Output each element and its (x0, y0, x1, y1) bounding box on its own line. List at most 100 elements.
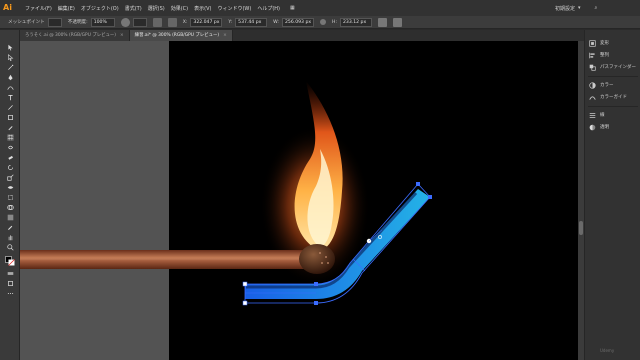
matchstick (20, 250, 310, 269)
panel-label: カラーガイド (600, 95, 627, 100)
magic-wand-tool-icon[interactable] (7, 64, 14, 71)
panel-divider (588, 76, 638, 77)
free-transform-tool-icon[interactable] (7, 194, 14, 201)
curvature-tool-icon[interactable] (7, 84, 14, 91)
isolate-icon[interactable] (393, 17, 402, 27)
search-icon[interactable]: ⌕ (595, 5, 598, 11)
zoom-tool-icon[interactable] (7, 244, 14, 251)
more-tools-icon[interactable] (7, 290, 14, 297)
opacity-field[interactable]: 100% (90, 17, 115, 27)
rotate-tool-icon[interactable] (7, 164, 14, 171)
panel-label: パスファインダー (600, 65, 636, 70)
panel-stroke[interactable]: 線 (589, 110, 605, 120)
app-logo: Ai (3, 3, 12, 12)
match-head (299, 244, 335, 274)
menu-type[interactable]: 書式(T) (125, 5, 142, 12)
draw-mode-icon[interactable] (7, 280, 14, 287)
selection-tool-icon[interactable] (7, 44, 14, 51)
document-tabs: ろうそく.ai @ 300% (RGB/GPU プレビュー) × 練習.ai* … (20, 30, 584, 41)
panel-color-guide[interactable]: カラーガイド (589, 92, 627, 102)
panel-align[interactable]: 整列 (589, 50, 609, 60)
close-icon[interactable]: × (120, 30, 124, 41)
menu-window[interactable]: ウィンドウ(W) (217, 5, 251, 12)
scrollbar-thumb[interactable] (579, 221, 583, 235)
line-tool-icon[interactable] (7, 104, 14, 111)
menu-file[interactable]: ファイル(F) (25, 5, 52, 12)
tab-label: ろうそく.ai @ 300% (RGB/GPU プレビュー) (25, 33, 116, 38)
artwork-scene[interactable] (20, 41, 584, 360)
close-icon[interactable]: × (223, 30, 227, 41)
pathfinder-icon (589, 64, 596, 71)
tab-label: 練習.ai* @ 300% (RGB/GPU プレビュー) (134, 33, 220, 38)
panel-label: カラー (600, 83, 614, 88)
hand-tool-icon[interactable] (7, 234, 14, 241)
y-field[interactable]: 537.44 px (235, 17, 268, 27)
color-guide-icon (589, 94, 596, 101)
pen-tool-icon[interactable] (7, 74, 14, 81)
rectangle-tool-icon[interactable] (7, 114, 14, 121)
transparency-icon (589, 124, 596, 131)
menu-bar: Ai ファイル(F) 編集(E) オブジェクト(O) 書式(T) 選択(S) 効… (0, 0, 640, 16)
scale-tool-icon[interactable] (7, 174, 14, 181)
h-label: H: (331, 19, 337, 25)
recolor-icon[interactable] (120, 17, 130, 27)
panel-label: 変形 (600, 41, 609, 46)
opacity-label: 不透明度: (67, 20, 88, 25)
menu-view[interactable]: 表示(V) (194, 5, 211, 12)
canvas-area[interactable] (20, 41, 584, 360)
shape-builder-tool-icon[interactable] (7, 204, 14, 211)
w-field[interactable]: 256.093 px (281, 17, 314, 27)
menu-select[interactable]: 選択(S) (148, 5, 165, 12)
stroke-icon (589, 112, 596, 119)
panel-label: 整列 (600, 53, 609, 58)
control-bar: メッシュポイント 不透明度: 100% X: 322.047 px Y: 537… (0, 16, 640, 29)
menu-object[interactable]: オブジェクト(O) (81, 5, 119, 12)
gradient-tool-icon[interactable] (7, 214, 14, 221)
align-icon (589, 52, 596, 59)
menu-help[interactable]: ヘルプ(H) (257, 5, 280, 12)
tools-panel (0, 30, 20, 360)
illustrator-window: Ai ファイル(F) 編集(E) オブジェクト(O) 書式(T) 選択(S) 効… (0, 0, 640, 360)
transform-icon (589, 39, 596, 47)
menu-effect[interactable]: 効果(C) (171, 5, 188, 12)
eraser-tool-icon[interactable] (7, 154, 14, 161)
link-icon[interactable] (319, 19, 326, 25)
y-label: Y: (228, 19, 233, 25)
panel-pathfinder[interactable]: パスファインダー (589, 62, 636, 72)
tab-candle-doc[interactable]: ろうそく.ai @ 300% (RGB/GPU プレビュー) × (20, 30, 130, 41)
transform-icon[interactable] (378, 17, 387, 27)
chevron-down-icon: ▾ (578, 5, 581, 11)
panel-label: 透明 (600, 125, 609, 130)
panel-transform[interactable]: 変形 (589, 38, 609, 48)
style-selector[interactable] (132, 17, 147, 27)
panel-color[interactable]: カラー (589, 80, 614, 90)
watermark: Udemy (600, 348, 615, 353)
panel-divider (588, 106, 638, 107)
direct-selection-tool-icon[interactable] (7, 54, 14, 61)
tab-practice-doc[interactable]: 練習.ai* @ 300% (RGB/GPU プレビュー) × (129, 30, 233, 41)
fill-stroke-swatch-icon[interactable] (5, 256, 15, 266)
color-icon (589, 81, 596, 89)
x-label: X: (182, 19, 188, 25)
align-icon[interactable] (152, 17, 162, 27)
layout-grid-icon[interactable]: ▦ (290, 5, 295, 11)
paintbrush-tool-icon[interactable] (7, 124, 14, 131)
panel-dock: 変形 整列 パスファインダー カラー カラーガイド 線 透明 (584, 30, 640, 360)
shaper-tool-icon[interactable] (7, 144, 14, 151)
h-field[interactable]: 233.12 px (340, 17, 372, 27)
w-label: W: (273, 19, 279, 25)
menu-edit[interactable]: 編集(E) (58, 5, 75, 12)
panel-label: 線 (600, 113, 605, 118)
color-mode-icon[interactable] (7, 270, 14, 277)
reference-point-icon[interactable] (167, 17, 177, 27)
type-tool-icon[interactable] (7, 94, 14, 101)
fill-stroke-selector[interactable] (47, 17, 62, 27)
panel-transparency[interactable]: 透明 (589, 122, 609, 132)
workspace-switcher[interactable]: 初期設定 ▾ ⌕ (555, 0, 597, 16)
workspace-label: 初期設定 (555, 5, 576, 12)
eyedropper-tool-icon[interactable] (7, 224, 14, 231)
x-field[interactable]: 322.047 px (190, 17, 223, 27)
tool-name: メッシュポイント (8, 20, 45, 25)
mesh-tool-icon[interactable] (7, 134, 14, 141)
width-tool-icon[interactable] (7, 184, 14, 191)
